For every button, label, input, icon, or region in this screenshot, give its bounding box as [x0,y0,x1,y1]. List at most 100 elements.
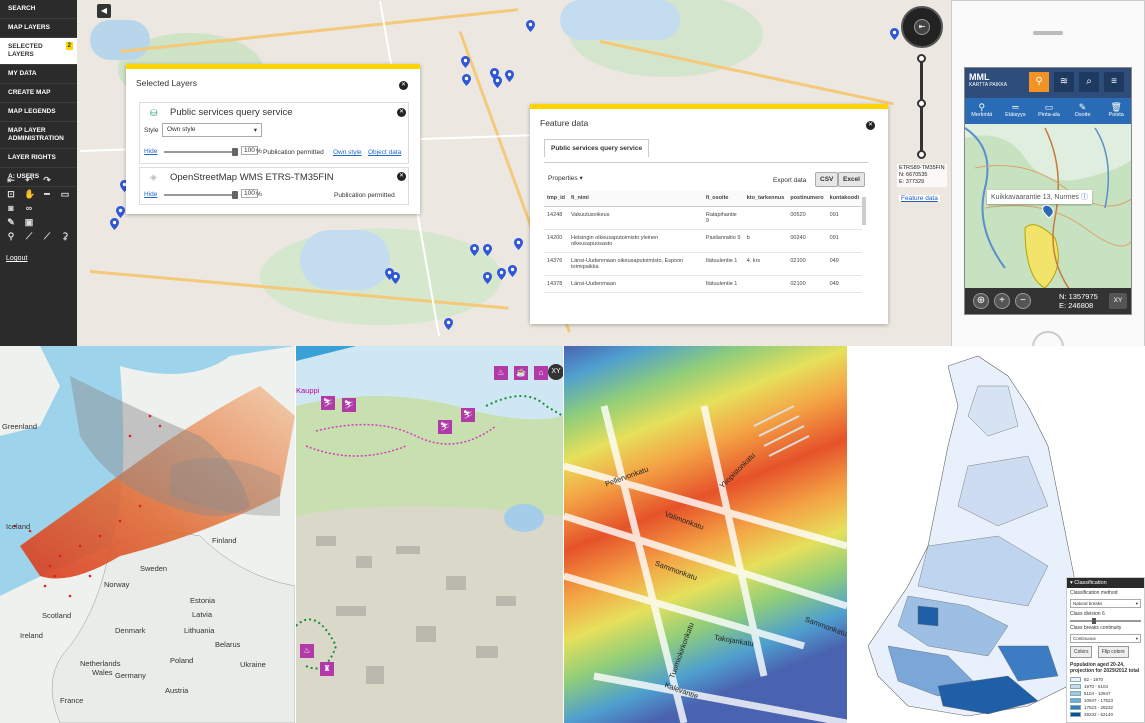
zoom-out-button[interactable] [917,150,926,159]
link-icon[interactable]: ∞ [24,203,34,213]
column-header[interactable]: fi_osoite [702,191,744,207]
column-header[interactable]: kuntakoodi [826,191,862,207]
tab-public-services[interactable]: Public services query service [544,139,650,157]
close-icon[interactable]: ✕ [399,81,408,90]
europe-heatmap-map[interactable]: Greenland Iceland Norway Sweden Finland … [0,346,295,723]
feature-data-link[interactable]: Feature data [899,195,940,202]
tool-merkinta[interactable]: ⚲ Merkintä [965,98,999,124]
compass-control[interactable]: ⇤ [901,6,943,48]
sidebar-item-map-layer-admin[interactable]: MAP LAYER ADMINISTRATION [0,122,77,149]
map-marker-icon[interactable] [493,76,502,88]
location-pin-icon[interactable]: ⚲ [1029,72,1049,92]
address-popup[interactable]: Kuikkavaarantie 13, Nurmes ⓘ [987,190,1092,204]
hide-link[interactable]: Hide [144,148,157,155]
draw-polygon-icon[interactable]: ⟋ [42,231,52,241]
info-icon[interactable]: ⓘ [1081,194,1088,201]
properties-dropdown[interactable]: Properties ▾ [548,174,583,182]
map-marker-icon[interactable] [444,318,453,330]
logout-link[interactable]: Logout [6,255,27,262]
remove-layer-icon[interactable]: ✕ [397,172,406,181]
map-marker-icon[interactable] [483,244,492,256]
tool-poista[interactable]: 🗑 Poista [1099,98,1131,124]
zoom-in-button[interactable] [917,54,926,63]
slider-handle[interactable] [232,148,238,156]
column-header[interactable]: postinumero [787,191,827,207]
zoom-extent-icon[interactable]: ⇤ [6,175,16,185]
map-marker-icon[interactable] [505,70,514,82]
map-marker-icon[interactable] [497,268,506,280]
measure-area-icon[interactable]: ▭ [60,189,70,199]
map-marker-icon[interactable] [483,272,492,284]
sidebar-item-layer-rights[interactable]: LAYER RIGHTS [0,149,77,168]
classes-slider[interactable] [1070,618,1141,624]
desktop-map[interactable]: ◀ Selected Layers ✕ ⛁ Public services qu… [0,0,952,346]
tool-osoite[interactable]: ✎ Osoite [1066,98,1100,124]
column-header[interactable]: tmp_id [544,191,569,207]
redo-icon[interactable]: ↷ [42,175,52,185]
map-marker-icon[interactable] [116,206,125,218]
save-layer-icon[interactable]: ⚳ [60,231,70,241]
center-map-icon[interactable]: ⇤ [914,19,930,35]
flip-colors-button[interactable]: Flip colors [1097,646,1129,658]
sidebar-item-map-legends[interactable]: MAP LEGENDS [0,103,77,122]
colors-button[interactable]: Colors [1070,646,1093,658]
map-marker-icon[interactable] [514,238,523,250]
classification-header[interactable]: ▾ Classification [1067,578,1144,588]
map-marker-icon[interactable] [470,244,479,256]
buffer-zone-map[interactable]: Pellervonkatu Valimonkatu Sammonkatu Tak… [564,346,847,723]
map-marker-icon[interactable] [391,272,400,284]
sidebar-item-selected-layers[interactable]: SELECTED LAYERS 2 [0,38,77,65]
tool-etaisyys[interactable]: ═ Etäisyys [999,98,1033,124]
draw-line-icon[interactable]: ⟋ [24,231,34,241]
tool-pinta-ala[interactable]: ▭ Pinta-ala [1032,98,1066,124]
sidebar-item-map-layers[interactable]: MAP LAYERS [0,19,77,38]
table-row[interactable]: 14376 Länsi-Uudenmaan oikeusaputoimisto, … [544,252,862,276]
layers-icon[interactable]: ≋ [1054,72,1074,92]
opacity-slider[interactable] [164,148,238,156]
own-style-link[interactable]: Own style [333,149,362,156]
hide-link[interactable]: Hide [144,191,157,198]
method-select[interactable]: Natural breaks ▾ [1070,599,1141,608]
slider-handle[interactable] [232,191,238,199]
close-icon[interactable]: ✕ [866,121,875,130]
menu-icon[interactable]: ≡ [1104,72,1124,92]
csv-button[interactable]: CSV [815,172,839,187]
table-row[interactable]: 14248 Vakuutusoikeus Ratapihantie 9 00520 09… [544,206,862,230]
object-data-link[interactable]: Object data [368,149,401,156]
column-header[interactable]: fi_nimi [568,191,703,207]
topographic-map[interactable]: Kauppi ⛷ ⛷ ⛷ ⛷ ♨ ☕ ⌂ XY ♨ ♜ [296,346,563,723]
scrollbar[interactable] [862,197,866,225]
mode-select[interactable]: Continuous ▾ [1070,634,1141,643]
sidebar-item-search[interactable]: SEARCH [0,0,77,19]
map-marker-icon[interactable] [110,218,119,230]
draw-point-icon[interactable]: ⚲ [6,231,16,241]
excel-button[interactable]: Excel [838,172,865,187]
zoom-slider-handle[interactable] [917,99,926,108]
undo-icon[interactable]: ↶ [24,175,34,185]
xy-button[interactable]: XY [548,364,563,380]
remove-layer-icon[interactable]: ✕ [397,108,406,117]
locate-me-icon[interactable]: ⊕ [973,293,989,309]
map-marker-icon[interactable] [890,28,899,40]
zoom-box-icon[interactable]: ⊡ [6,189,16,199]
slider-handle[interactable] [1092,618,1096,624]
column-header[interactable]: kto_tarkennus [743,191,788,207]
table-row[interactable]: 14200 Helsingin oikeusaputoimisto yleinen… [544,229,862,253]
zoom-in-button[interactable]: + [994,293,1010,309]
zoom-out-button[interactable]: − [1015,293,1031,309]
style-select[interactable]: Own style ▾ [162,123,262,137]
measure-line-icon[interactable]: ━ [42,189,52,199]
map-marker-icon[interactable] [526,20,535,32]
map-marker-icon[interactable] [462,74,471,86]
pan-hand-icon[interactable]: ✋ [24,189,35,199]
camera-icon[interactable]: ◙ [6,203,16,213]
xy-button[interactable]: XY [1109,293,1127,309]
opacity-slider[interactable] [164,191,238,199]
sidebar-item-create-map[interactable]: CREATE MAP [0,84,77,103]
table-row[interactable]: 14378 Länsi-Uudenmaan Itätuulentie 1 02100 0… [544,275,862,293]
collapse-sidebar-button[interactable]: ◀ [97,4,111,18]
map-marker-icon[interactable] [508,265,517,277]
search-icon[interactable]: ⌕ [1079,72,1099,92]
map-marker-icon[interactable] [461,56,470,68]
sidebar-item-my-data[interactable]: MY DATA [0,65,77,84]
